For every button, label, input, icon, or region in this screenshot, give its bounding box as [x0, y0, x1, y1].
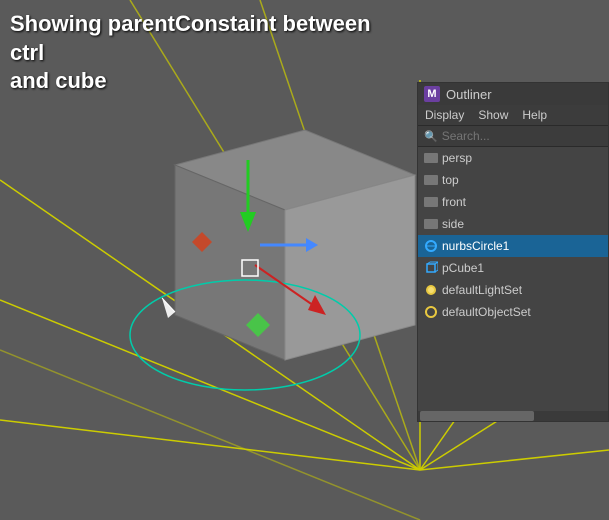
outliner-scrollbar[interactable]	[418, 411, 608, 421]
outliner-panel: M Outliner Display Show Help 🔍 persp	[417, 82, 609, 422]
outliner-item-nurbscircle1[interactable]: nurbsCircle1	[418, 235, 608, 257]
menu-show[interactable]: Show	[475, 107, 511, 123]
cube-icon	[424, 261, 438, 275]
item-label-persp: persp	[442, 151, 472, 165]
camera-icon-side	[424, 219, 438, 229]
item-label-nurbscircle1: nurbsCircle1	[442, 239, 509, 253]
viewport: Showing parentConstaint between ctrl and…	[0, 0, 609, 520]
outliner-item-pcube1[interactable]: pCube1	[418, 257, 608, 279]
item-label-front: front	[442, 195, 466, 209]
camera-icon-front	[424, 197, 438, 207]
search-icon: 🔍	[424, 130, 438, 143]
outliner-title: Outliner	[446, 87, 492, 102]
camera-icon-top	[424, 175, 438, 185]
outliner-search-bar: 🔍	[418, 126, 608, 147]
outliner-scrollbar-thumb[interactable]	[420, 411, 534, 421]
outliner-item-persp[interactable]: persp	[418, 147, 608, 169]
outliner-item-defaultlightset[interactable]: defaultLightSet	[418, 279, 608, 301]
menu-display[interactable]: Display	[422, 107, 467, 123]
title-overlay: Showing parentConstaint between ctrl and…	[10, 10, 410, 96]
camera-icon-persp	[424, 153, 438, 163]
object-set-icon	[424, 305, 438, 319]
search-input[interactable]	[442, 129, 602, 143]
outliner-title-bar: M Outliner	[418, 83, 608, 105]
light-set-icon	[424, 283, 438, 297]
outliner-item-defaultobjectset[interactable]: defaultObjectSet	[418, 301, 608, 323]
outliner-item-top[interactable]: top	[418, 169, 608, 191]
item-label-defaultobjectset: defaultObjectSet	[442, 305, 531, 319]
outliner-items-list: persp top front side	[418, 147, 608, 411]
item-label-top: top	[442, 173, 459, 187]
maya-icon: M	[424, 86, 440, 102]
outliner-menu-bar: Display Show Help	[418, 105, 608, 126]
outliner-item-front[interactable]: front	[418, 191, 608, 213]
title-text: Showing parentConstaint between ctrl and…	[10, 11, 371, 93]
item-label-pcube1: pCube1	[442, 261, 484, 275]
outliner-item-side[interactable]: side	[418, 213, 608, 235]
item-label-side: side	[442, 217, 464, 231]
item-label-defaultlightset: defaultLightSet	[442, 283, 522, 297]
menu-help[interactable]: Help	[519, 107, 550, 123]
nurbs-circle-icon	[424, 239, 438, 253]
